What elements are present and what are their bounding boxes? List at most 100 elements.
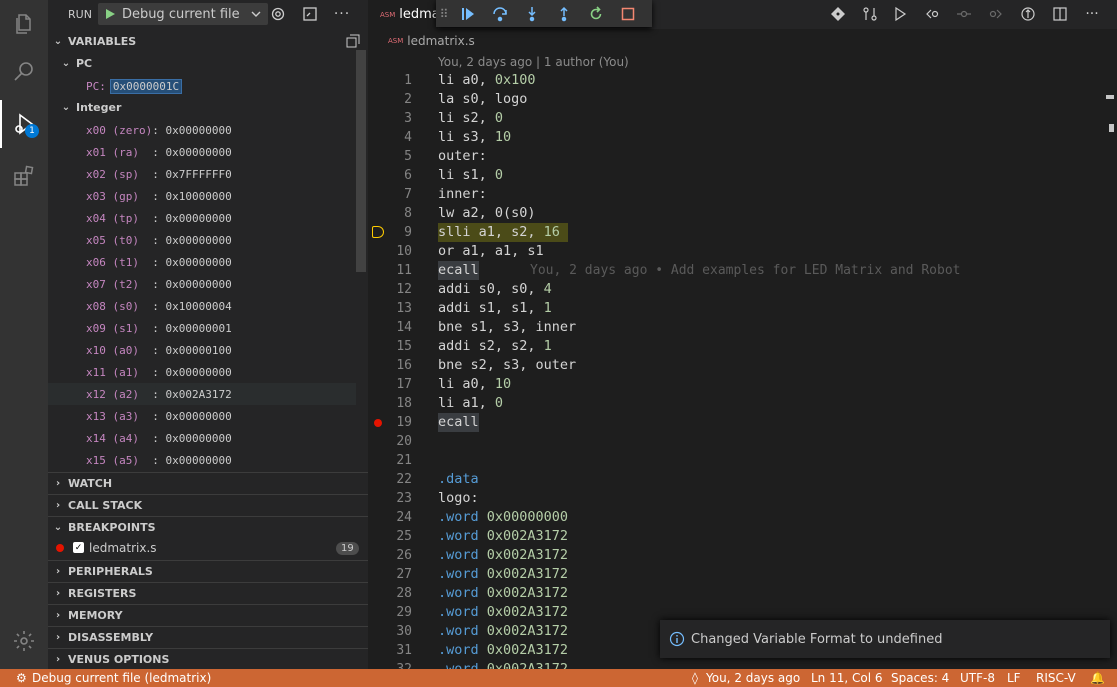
status-blame[interactable]: You, 2 days ago (706, 671, 800, 685)
code-text[interactable]: ecall (438, 413, 479, 432)
code-text[interactable]: .word 0x002A3172 (438, 565, 568, 584)
code-line[interactable]: 21 (368, 451, 1117, 470)
editor-more-icon[interactable]: ··· (1076, 0, 1108, 28)
integer-group[interactable]: ⌄ Integer (48, 96, 368, 118)
register-row[interactable]: x11 (a1) : 0x00000000 (86, 361, 398, 383)
register-value[interactable]: : 0x00000000 (152, 366, 231, 379)
code-line[interactable]: 18 li a1, 0 (368, 394, 1117, 413)
code-text[interactable]: li a0, 10 (438, 375, 511, 394)
status-language[interactable]: RISC-V (1036, 671, 1076, 685)
extensions-icon[interactable] (0, 152, 48, 200)
code-line[interactable]: 28 .word 0x002A3172 (368, 584, 1117, 603)
code-line[interactable]: 11 ecall You, 2 days ago • Add examples fo… (368, 261, 1117, 280)
status-indentation[interactable]: Spaces: 4 (891, 671, 949, 685)
code-text[interactable]: bne s1, s3, inner (438, 318, 576, 337)
code-line[interactable]: 8 lw a2, 0(s0) (368, 204, 1117, 223)
commit-icon[interactable] (948, 0, 980, 28)
restart-icon[interactable] (580, 0, 612, 27)
code-line[interactable]: 19 ecall (368, 413, 1117, 432)
register-value[interactable]: : 0x00000000 (152, 278, 231, 291)
explorer-icon[interactable] (0, 0, 48, 48)
notifications-bell-icon[interactable]: 🔔 (1090, 671, 1105, 685)
code-line[interactable]: 20 (368, 432, 1117, 451)
register-row[interactable]: x08 (s0) : 0x10000004 (86, 295, 398, 317)
register-value[interactable]: : 0x7FFFFFF0 (152, 168, 231, 181)
code-text[interactable]: .word 0x002A3172 (438, 603, 568, 622)
code-text[interactable]: li s2, 0 (438, 109, 503, 128)
register-row[interactable]: x07 (t2) : 0x00000000 (86, 273, 398, 295)
register-row[interactable]: x03 (gp) : 0x10000000 (86, 185, 398, 207)
breadcrumb-file[interactable]: ledmatrix.s (407, 34, 475, 48)
code-text[interactable]: .word 0x002A3172 (438, 527, 568, 546)
compare-changes-icon[interactable] (854, 0, 886, 28)
breakpoint-dot-icon[interactable] (374, 419, 382, 427)
code-line[interactable]: 24 .word 0x00000000 (368, 508, 1117, 527)
register-row[interactable]: x05 (t0) : 0x00000000 (86, 229, 398, 251)
register-value[interactable]: : 0x00000000 (152, 432, 231, 445)
register-row[interactable]: x10 (a0) : 0x00000100 (86, 339, 398, 361)
code-text[interactable]: li s3, 10 (438, 128, 511, 147)
register-row[interactable]: x00 (zero): 0x00000000 (86, 119, 398, 141)
code-text[interactable]: .word 0x002A3172 (438, 622, 568, 641)
start-debug-icon[interactable] (104, 8, 116, 20)
register-row[interactable]: x13 (a3) : 0x00000000 (86, 405, 398, 427)
status-cursor-position[interactable]: Ln 11, Col 6 (811, 671, 883, 685)
continue-icon[interactable] (452, 0, 484, 27)
code-text[interactable]: ecall (438, 261, 479, 280)
debug-console-icon[interactable] (294, 0, 326, 28)
gear-icon[interactable] (262, 0, 294, 28)
memory-section-header[interactable]: › MEMORY (48, 604, 368, 626)
code-text[interactable]: .word 0x002A3172 (438, 546, 568, 565)
code-line[interactable]: 9 slli a1, s2, 16 (368, 223, 1117, 242)
code-line[interactable]: 22 .data (368, 470, 1117, 489)
breakpoint-item[interactable]: ✓ ledmatrix.s 19 (48, 537, 360, 559)
register-row[interactable]: x14 (a4) : 0x00000000 (86, 427, 398, 449)
run-debug-icon[interactable]: 1 (0, 100, 48, 148)
register-value[interactable]: : 0x00000000 (152, 212, 231, 225)
codelens-blame[interactable]: You, 2 days ago | 1 author (You) (438, 55, 629, 69)
breakpoint-checkbox[interactable]: ✓ (73, 542, 84, 553)
code-line[interactable]: 2 la s0, logo (368, 90, 1117, 109)
step-out-icon[interactable] (548, 0, 580, 27)
code-text[interactable]: li s1, 0 (438, 166, 503, 185)
pc-variable[interactable]: PC: 0x0000001C (86, 75, 398, 97)
code-line[interactable]: 23 logo: (368, 489, 1117, 508)
status-debug-config[interactable]: Debug current file (ledmatrix) (32, 671, 211, 685)
code-text[interactable]: logo: (438, 489, 479, 508)
collapse-all-icon[interactable] (346, 34, 360, 48)
call-stack-section-header[interactable]: › CALL STACK (48, 494, 368, 516)
status-encoding[interactable]: UTF-8 (960, 671, 995, 685)
run-file-icon[interactable] (884, 0, 916, 28)
variables-scrollbar[interactable] (356, 50, 366, 272)
code-text[interactable]: bne s2, s3, outer (438, 356, 576, 375)
code-line[interactable]: 15 addi s2, s2, 1 (368, 337, 1117, 356)
venus-options-section-header[interactable]: › VENUS OPTIONS (48, 648, 368, 670)
code-line[interactable]: 3 li s2, 0 (368, 109, 1117, 128)
register-row[interactable]: x15 (a5) : 0x00000000 (86, 449, 398, 471)
code-text[interactable]: lw a2, 0(s0) (438, 204, 536, 223)
code-text[interactable]: addi s0, s0, 4 (438, 280, 552, 299)
git-icon[interactable] (822, 0, 854, 28)
settings-gear-icon[interactable] (0, 617, 48, 665)
register-value[interactable]: : 0x00000000 (152, 146, 231, 159)
code-text[interactable]: li a0, 0x100 (438, 71, 536, 90)
breakpoints-section-header[interactable]: ⌄ BREAKPOINTS (48, 516, 368, 538)
code-line[interactable]: 1 li a0, 0x100 (368, 71, 1117, 90)
split-editor-icon[interactable] (1044, 0, 1076, 28)
peripherals-section-header[interactable]: › PERIPHERALS (48, 560, 368, 582)
next-change-icon[interactable] (980, 0, 1012, 28)
pc-group[interactable]: ⌄ PC (48, 52, 368, 74)
code-line[interactable]: 7 inner: (368, 185, 1117, 204)
code-line[interactable]: 6 li s1, 0 (368, 166, 1117, 185)
register-value[interactable]: : 0x002A3172 (152, 388, 231, 401)
code-text[interactable]: or a1, a1, s1 (438, 242, 544, 261)
register-value[interactable]: : 0x00000000 (152, 124, 231, 137)
register-value[interactable]: : 0x00000000 (152, 410, 231, 423)
chevron-down-icon[interactable] (250, 8, 262, 20)
step-over-icon[interactable] (484, 0, 516, 27)
code-text[interactable]: .word 0x00000000 (438, 508, 568, 527)
register-row[interactable]: x01 (ra) : 0x00000000 (86, 141, 398, 163)
code-line[interactable]: 17 li a0, 10 (368, 375, 1117, 394)
code-text[interactable]: la s0, logo (438, 90, 527, 109)
code-text[interactable]: slli a1, s2, 16 (438, 223, 568, 242)
